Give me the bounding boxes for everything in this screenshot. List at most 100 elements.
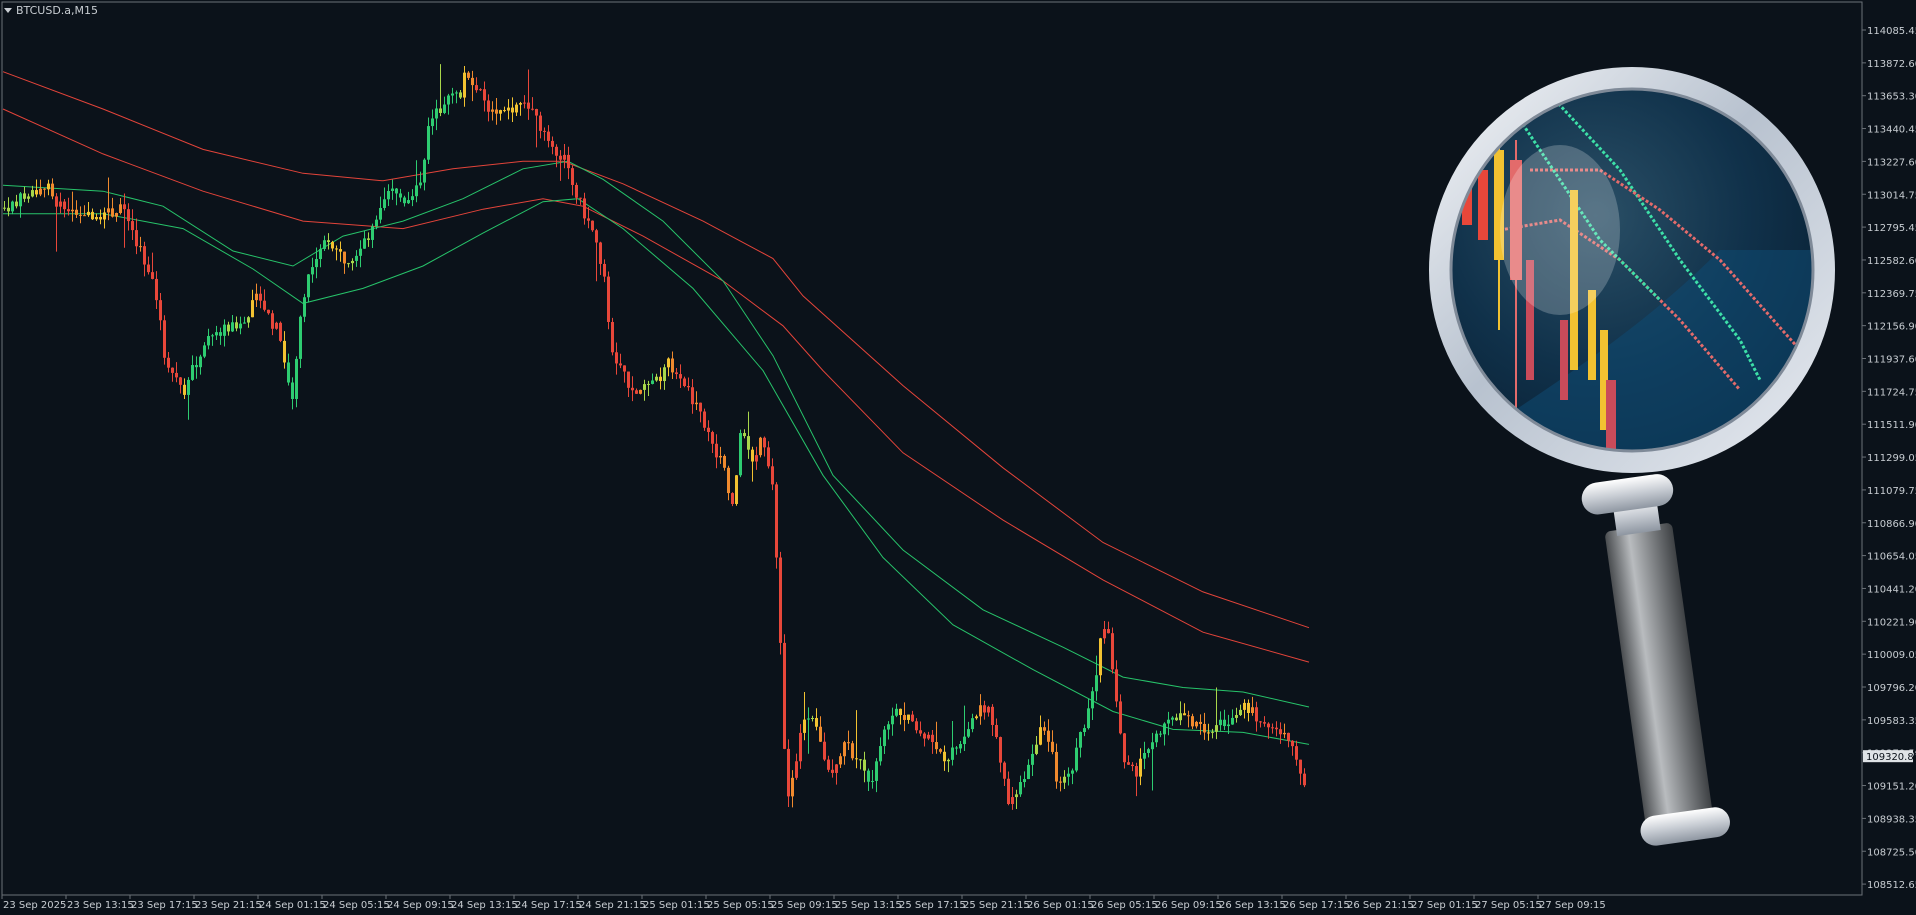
candle-body [347, 263, 350, 265]
candle-body [711, 432, 714, 444]
candle-body [1119, 701, 1122, 734]
candle-body [679, 374, 682, 379]
candle-body [1247, 702, 1250, 714]
candle-body [1179, 713, 1182, 721]
candle-body [1063, 776, 1066, 783]
candle-body [891, 715, 894, 725]
price-tick-label: 110654.05 [1867, 552, 1916, 563]
candle-body [1039, 727, 1042, 745]
price-chart[interactable]: 114085.45 113872.60 113653.30 113440.45 1132… [0, 0, 1916, 915]
candle-body [63, 201, 66, 210]
candle-body [367, 238, 370, 240]
candle-body [127, 209, 130, 222]
candle-body [1047, 730, 1050, 742]
candle-body [927, 734, 930, 739]
candle-body [147, 264, 150, 273]
candle-body [647, 383, 650, 385]
candle-body [859, 759, 862, 761]
candle-body [551, 140, 554, 147]
candle-body [827, 759, 830, 770]
candle-body [395, 188, 398, 194]
candle-body [523, 102, 526, 104]
candle-body [399, 193, 402, 198]
candle-body [31, 190, 34, 197]
candle-body [1219, 719, 1222, 726]
candle-body [595, 230, 598, 243]
candle-body [231, 322, 234, 332]
candle-body [1195, 721, 1198, 727]
candle-body [1035, 744, 1038, 754]
candle-body [571, 168, 574, 185]
candle-body [283, 340, 286, 363]
candle-body [591, 220, 594, 231]
triangle-down-icon[interactable] [4, 7, 12, 13]
candle-body [1223, 719, 1226, 727]
candle-body [363, 238, 366, 249]
candle-body [703, 411, 706, 428]
candle-body [335, 248, 338, 250]
candle-body [327, 240, 330, 242]
candle-body [1055, 751, 1058, 782]
candle-body [583, 198, 586, 219]
candle-body [1123, 733, 1126, 763]
candle-body [1227, 724, 1230, 727]
candle-body [103, 212, 106, 220]
candle-body [155, 278, 158, 301]
candle-body [747, 436, 750, 450]
candle-body [707, 427, 710, 433]
candle-body [287, 362, 290, 383]
price-tick-label: 109796.20 [1867, 683, 1916, 694]
candle-body [191, 365, 194, 380]
time-tick-label: 23 Sep 13:15 [67, 900, 134, 911]
time-tick-label: 26 Sep 05:15 [1091, 900, 1158, 911]
current-price-tag: 109320.85 [1863, 750, 1916, 763]
candle-body [1267, 723, 1270, 728]
time-tick-label: 26 Sep 13:15 [1219, 900, 1286, 911]
time-tick-label: 26 Sep 09:15 [1155, 900, 1222, 911]
candle-body [7, 207, 10, 212]
candle-body [275, 322, 278, 329]
candle-body [919, 730, 922, 734]
candle-body [1015, 794, 1018, 798]
candle-body [1115, 669, 1118, 702]
candle-body [1171, 717, 1174, 720]
candle-body [343, 251, 346, 264]
candle-body [199, 356, 202, 368]
time-tick-label: 24 Sep 13:15 [451, 900, 518, 911]
candle-body [95, 216, 98, 220]
candle-body [803, 719, 806, 733]
price-tick-label: 113440.45 [1867, 125, 1916, 136]
candle-body [255, 293, 258, 301]
price-tick-label: 111511.90 [1867, 420, 1916, 431]
candle-body [1091, 691, 1094, 709]
candle-body [1203, 723, 1206, 733]
price-tick-label: 108725.50 [1867, 847, 1916, 858]
chart-window: 114085.45 113872.60 113653.30 113440.45 1132… [0, 0, 1916, 915]
candle-body [35, 190, 38, 195]
candle-body [1155, 733, 1158, 743]
candle-body [999, 737, 1002, 763]
candle-body [99, 216, 102, 220]
candle-body [443, 104, 446, 113]
candle-body [735, 475, 738, 504]
candle-body [819, 726, 822, 742]
candle-body [867, 770, 870, 782]
candle-body [575, 184, 578, 198]
candle-body [1235, 715, 1238, 718]
candle-body [1287, 732, 1290, 741]
candle-body [311, 267, 314, 275]
candle-body [751, 449, 754, 462]
candle-body [607, 276, 610, 322]
time-tick-label: 27 Sep 05:15 [1475, 900, 1542, 911]
candle-body [223, 324, 226, 336]
time-tick-label: 25 Sep 09:15 [771, 900, 838, 911]
candle-body [699, 402, 702, 412]
candle-body [1027, 764, 1030, 780]
candle-body [871, 780, 874, 782]
candle-body [651, 380, 654, 384]
candle-body [1007, 778, 1010, 805]
time-tick-label: 26 Sep 17:15 [1283, 900, 1350, 911]
chart-title-bar[interactable]: BTCUSD.a,M15 [4, 2, 98, 18]
price-tick-label: 112156.90 [1867, 322, 1916, 333]
candle-body [543, 130, 546, 132]
